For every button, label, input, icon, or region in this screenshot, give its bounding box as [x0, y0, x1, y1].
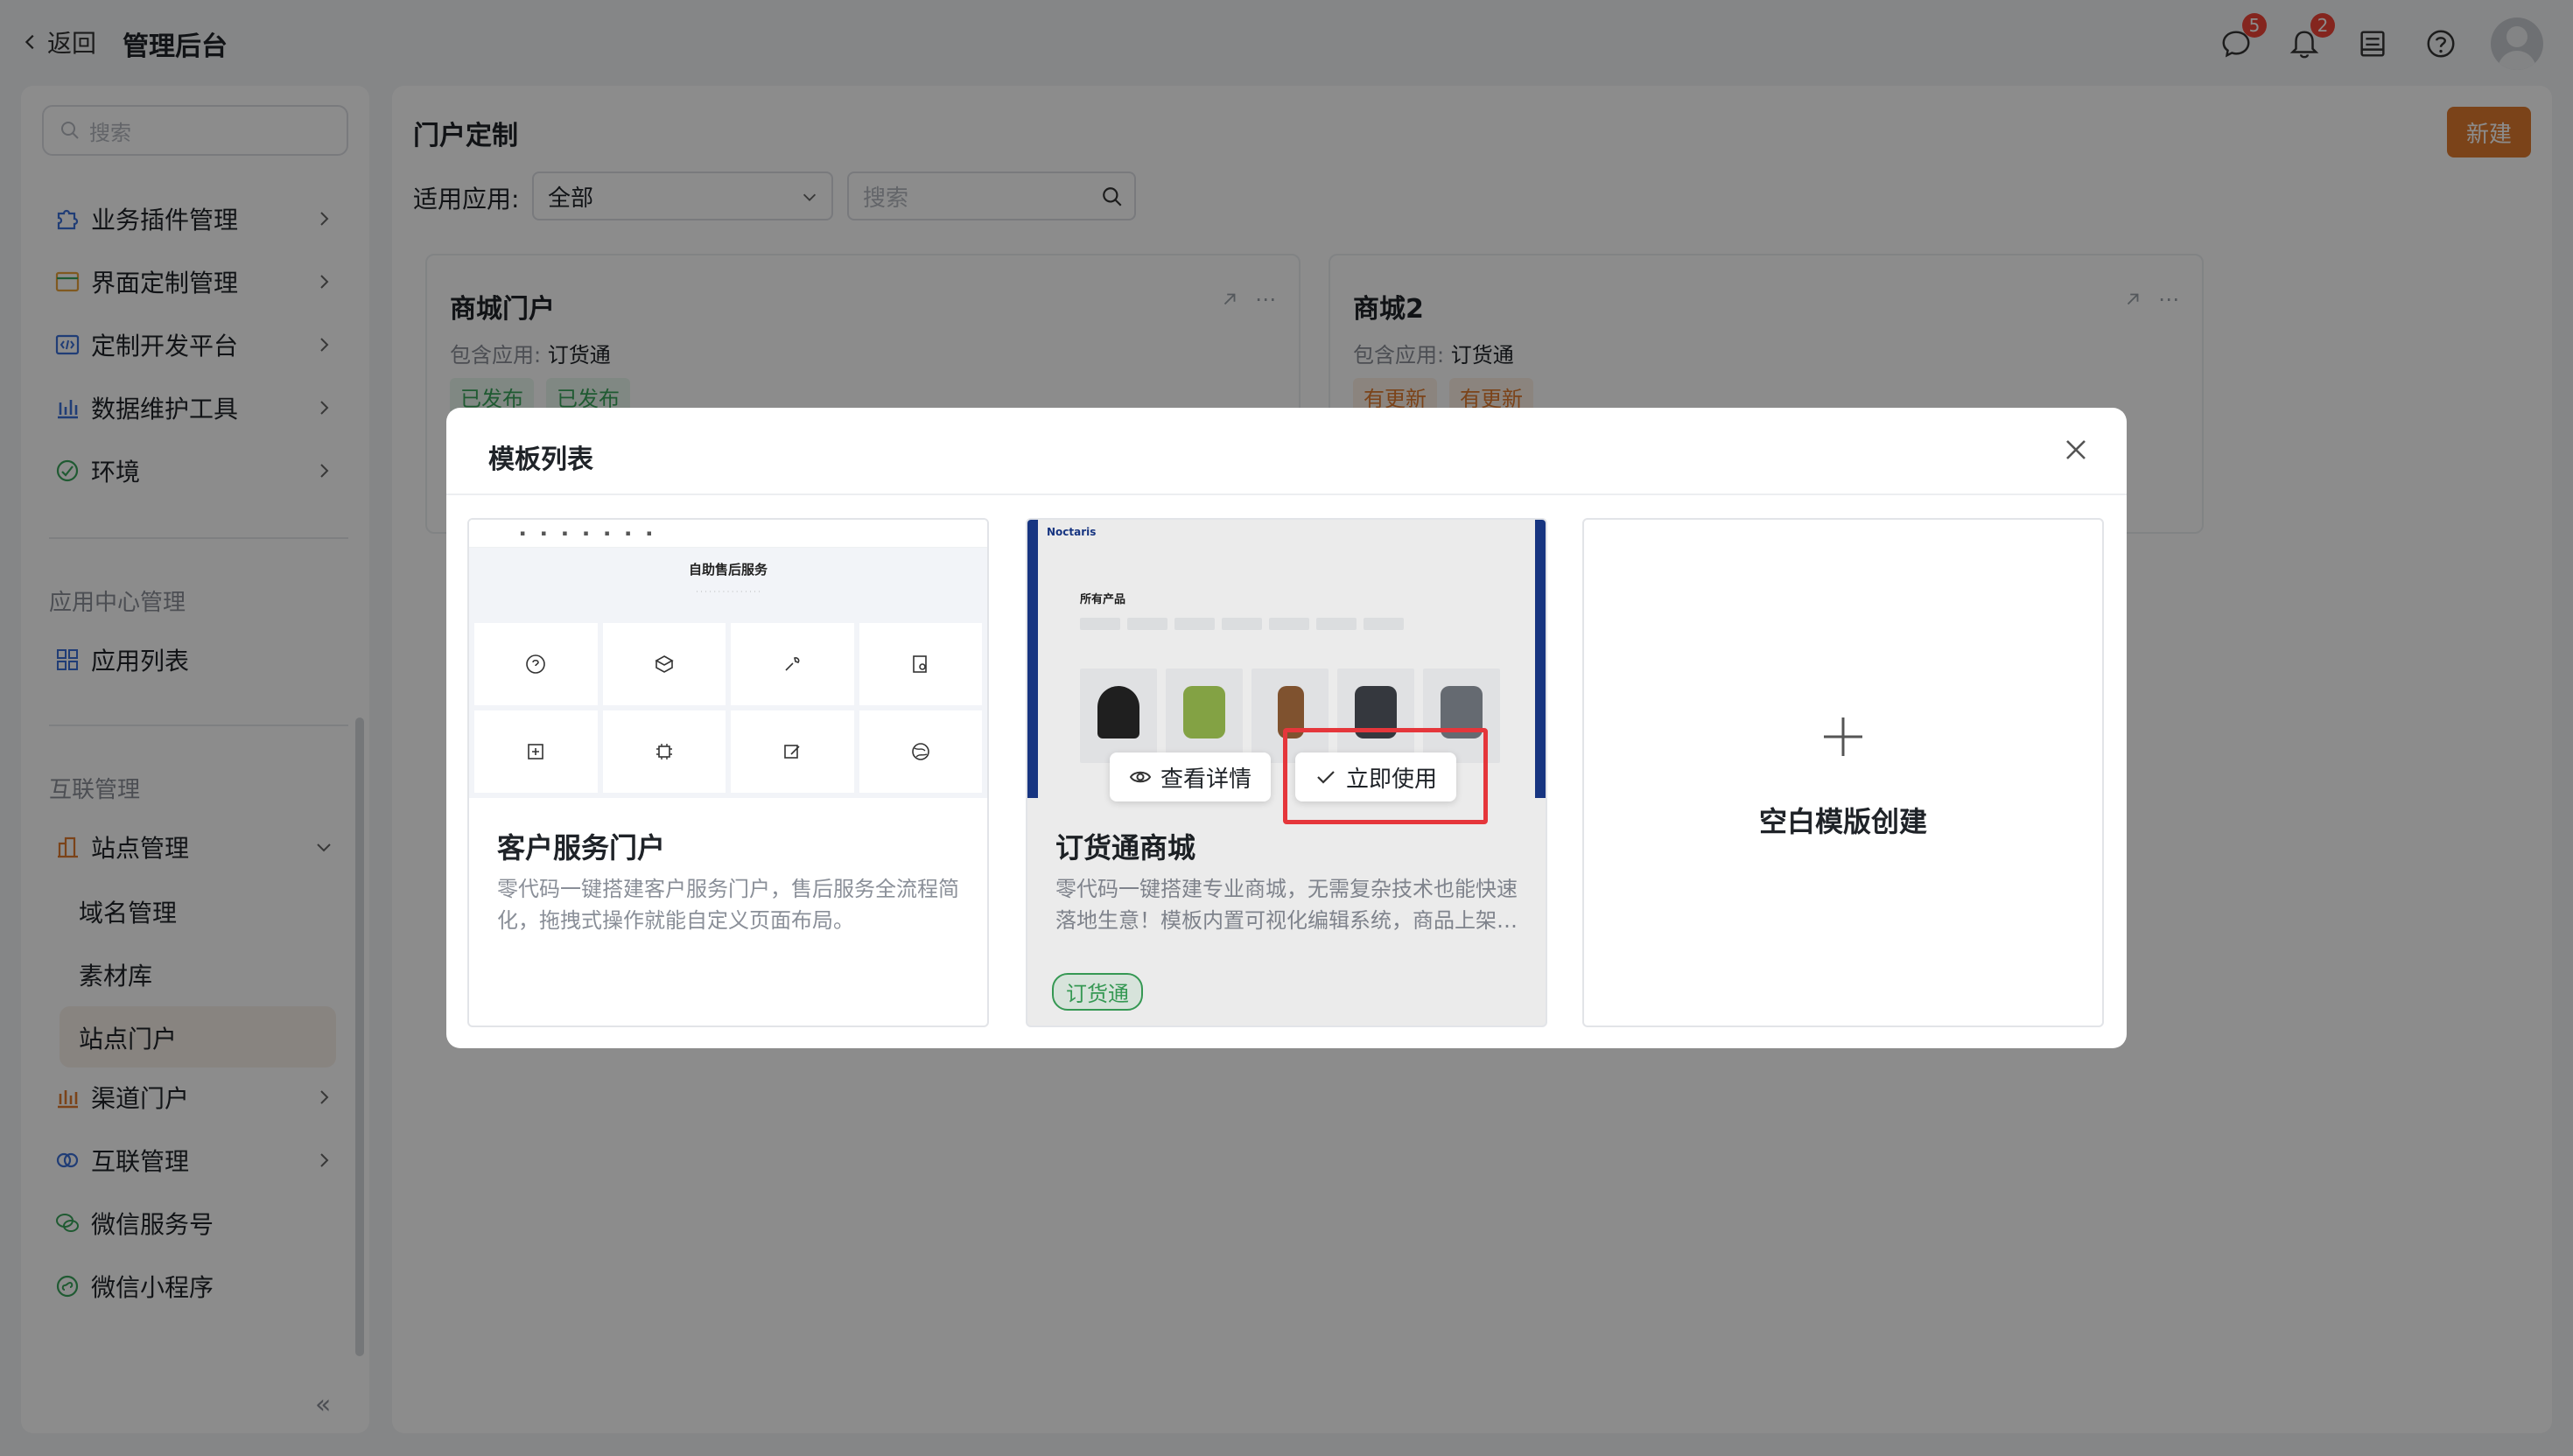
view-details-label: 查看详情: [1160, 766, 1252, 793]
template-name: 客户服务门户: [497, 831, 666, 864]
box-icon: [655, 655, 674, 673]
thumbnail-cell: [602, 710, 726, 793]
thumbnail-cell: [474, 710, 598, 793]
view-details-button[interactable]: 查看详情: [1110, 752, 1272, 802]
modal-title: 模板列表: [488, 444, 593, 475]
eye-icon: [1129, 771, 1152, 783]
thumbnail-cell: [602, 623, 726, 705]
thumbnail-cell: [731, 710, 854, 793]
thumbnail-cell: [859, 710, 982, 793]
plus-square-icon: [528, 744, 544, 760]
thumbnail-cell: [731, 623, 854, 705]
close-icon: [2066, 440, 2086, 459]
highlight-box: [1283, 728, 1488, 824]
blank-template-label: 空白模版创建: [1758, 805, 1927, 838]
modal-divider: [446, 494, 2127, 495]
blank-template-card[interactable]: 空白模版创建: [1582, 518, 2104, 1027]
thumbnail-cell: [474, 623, 598, 705]
thumbnail-grid: [469, 618, 987, 798]
thumbnail-hero: 自助售后服务 · · · · · · · · · · · · · · ·: [469, 548, 987, 620]
plus-icon: [1819, 712, 1868, 761]
edit-icon: [784, 745, 800, 759]
thumbnail-subtitle: · · · · · · · · · · · · · · ·: [696, 588, 761, 596]
thumbnail-nav: ▪ ▪ ▪ ▪ ▪ ▪ ▪: [469, 520, 987, 548]
thumbnail-cell: [859, 623, 982, 705]
thumbnail-title: 自助售后服务: [688, 562, 768, 578]
wrench-icon: [785, 657, 800, 671]
document-search-icon: [912, 655, 927, 673]
template-description: 零代码一键搭建客户服务门户，售后服务全流程简化，拖拽式操作就能自定义页面布局。: [497, 877, 959, 933]
help-icon: [526, 654, 546, 674]
template-thumbnail: ▪ ▪ ▪ ▪ ▪ ▪ ▪ 自助售后服务 · · · · · · · · · · · · ·…: [469, 520, 987, 798]
template-card-customer-service[interactable]: ▪ ▪ ▪ ▪ ▪ ▪ ▪ 自助售后服务 · · · · · · · · · · · · ·…: [467, 518, 989, 1027]
close-button[interactable]: [2060, 434, 2092, 466]
globe-icon: [911, 743, 929, 760]
chip-icon: [656, 744, 672, 760]
